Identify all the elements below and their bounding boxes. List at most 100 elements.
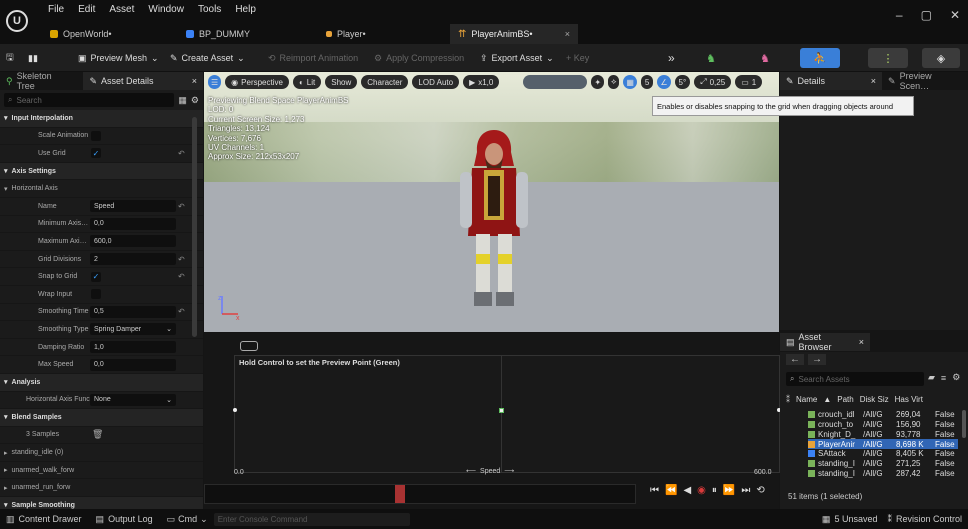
reset-arrow-icon[interactable]: ↶ xyxy=(178,307,185,316)
tab-playeranimbs[interactable]: ⇈ PlayerAnimBS• × xyxy=(450,24,578,44)
revision-control-button[interactable]: ⁑ Revision Control xyxy=(887,514,962,525)
playback-speed-button[interactable]: ▶ x1,0 xyxy=(463,75,500,89)
asset-row[interactable]: SAttack/All/G 8,405 K False xyxy=(808,449,958,459)
grid-view-icon[interactable]: ▦ xyxy=(178,95,187,106)
property-value-field[interactable]: 2 xyxy=(90,253,176,266)
property-value-field[interactable]: 1,0 xyxy=(90,341,176,354)
back-arrow-icon[interactable]: ← xyxy=(786,354,804,365)
step-back-icon[interactable]: ⏪ xyxy=(665,485,677,496)
maximize-icon[interactable]: ▢ xyxy=(921,8,932,22)
reset-arrow-icon[interactable]: ↶ xyxy=(178,272,185,281)
overflow-icon[interactable]: » xyxy=(668,50,675,66)
world-local-icon[interactable]: ✦ xyxy=(591,75,605,89)
property-value-field[interactable]: 0,5 xyxy=(90,305,176,318)
property-value-field[interactable]: 0,0 xyxy=(90,217,176,230)
forward-arrow-icon[interactable]: → xyxy=(808,354,826,365)
sample-point[interactable] xyxy=(233,408,237,412)
asset-search-input[interactable]: ⌕ Search Assets xyxy=(786,372,924,386)
tab-openworld[interactable]: OpenWorld• xyxy=(42,24,120,44)
scrollbar[interactable] xyxy=(192,117,197,337)
close-tab-icon[interactable]: × xyxy=(871,76,876,86)
asset-row[interactable]: PlayerAnir/All/G 8,698 K False xyxy=(808,439,958,449)
loop-icon[interactable]: ⟲ xyxy=(756,485,764,496)
category-header[interactable]: ▾ Analysis xyxy=(0,373,203,392)
pause-icon[interactable]: ⏸ xyxy=(712,485,717,496)
close-tab-icon[interactable]: × xyxy=(565,29,570,39)
property-value-field[interactable]: 600,0 xyxy=(90,235,176,248)
asset-row[interactable]: Knight_D_ /All/G 93,778 False xyxy=(808,430,958,440)
col-path[interactable]: Path xyxy=(837,395,853,404)
minimize-icon[interactable]: – xyxy=(896,8,903,22)
property-value-field[interactable]: None ⌄ xyxy=(90,393,176,406)
details-search-input[interactable]: ⌕ Search xyxy=(4,93,175,107)
asset-row[interactable]: standing_I/All/G 287,42 False xyxy=(808,469,958,479)
apply-compression-button[interactable]: ⚙ Apply Compression xyxy=(374,50,464,66)
property-checkbox[interactable] xyxy=(91,289,101,300)
property-checkbox[interactable]: ✓ xyxy=(91,271,101,282)
play-reverse-icon[interactable]: ◀ xyxy=(683,485,691,496)
tab-asset-browser[interactable]: ▤ Asset Browser × xyxy=(780,332,870,352)
asset-row[interactable]: crouch_to/All/G 156,90 False xyxy=(808,420,958,430)
console-input[interactable]: Enter Console Command xyxy=(213,512,410,526)
blend-space-graph[interactable]: Hold Control to set the Preview Point (G… xyxy=(233,355,781,473)
surface-snap-icon[interactable]: ⟡ xyxy=(608,75,620,89)
menu-asset[interactable]: Asset xyxy=(109,4,134,15)
grid-snap-value[interactable]: 5 xyxy=(640,75,654,89)
category-header[interactable]: ▾ Axis Settings xyxy=(0,162,203,181)
menu-file[interactable]: File xyxy=(48,4,64,15)
create-asset-button[interactable]: ✎ Create Asset ⌄ xyxy=(170,50,245,66)
record-icon[interactable]: ◉ xyxy=(697,485,706,496)
menu-window[interactable]: Window xyxy=(148,4,184,15)
cmd-dropdown[interactable]: ▭ Cmd ⌄ xyxy=(167,514,208,525)
menu-tools[interactable]: Tools xyxy=(198,4,221,15)
tab-details[interactable]: ✎ Details × xyxy=(780,72,883,90)
rotation-snap-value[interactable]: 5° xyxy=(674,75,691,89)
filter-icon[interactable]: ≡ xyxy=(941,373,946,383)
output-log-button[interactable]: ▤ Output Log xyxy=(96,514,153,525)
tab-bp-dummy[interactable]: BP_DUMMY xyxy=(178,24,258,44)
close-window-icon[interactable]: ✕ xyxy=(950,8,960,22)
col-has-virt[interactable]: Has Virt xyxy=(895,395,923,404)
lit-button[interactable]: ◐ Lit xyxy=(292,75,322,89)
perspective-button[interactable]: ◉ Perspective xyxy=(225,75,289,89)
unsaved-button[interactable]: ▦ 5 Unsaved xyxy=(822,514,878,525)
property-value-field[interactable]: Speed xyxy=(90,200,176,213)
rotation-snap-icon[interactable]: ∠ xyxy=(657,75,671,89)
tab-skeleton-tree[interactable]: ⚲ Skeleton Tree xyxy=(0,71,75,91)
physics-mode-icon[interactable]: ◈ xyxy=(922,48,960,68)
browse-icon[interactable]: ▮▮ xyxy=(28,50,38,66)
blueprint-mode-icon[interactable]: ⋮ xyxy=(868,48,908,68)
skip-to-start-icon[interactable]: ⏮ xyxy=(650,485,659,496)
tab-preview-scene[interactable]: ✎ Preview Scen… xyxy=(882,71,968,91)
mesh-mode-icon[interactable]: ♞ xyxy=(754,48,776,68)
tab-player[interactable]: Player• xyxy=(318,24,374,44)
timeline-bar[interactable] xyxy=(204,484,636,504)
add-key-button[interactable]: + Key xyxy=(566,50,589,66)
asset-row[interactable]: crouch_idl/All/G 269,04 False xyxy=(808,410,958,420)
col-name[interactable]: Name xyxy=(796,395,817,404)
character-button[interactable]: Character xyxy=(361,75,409,89)
animation-mode-icon[interactable]: ⛹ xyxy=(800,48,840,68)
lod-button[interactable]: LOD Auto xyxy=(412,75,460,89)
reset-arrow-icon[interactable]: ↶ xyxy=(178,202,185,211)
camera-speed-button[interactable]: ▭ 1 xyxy=(735,75,763,89)
scale-snap-button[interactable]: ⤢ 0,25 xyxy=(694,75,732,89)
step-forward-icon[interactable]: ⏩ xyxy=(723,485,735,496)
property-value-field[interactable]: Spring Damper ⌄ xyxy=(90,323,176,336)
settings-icon[interactable]: ⚙ xyxy=(952,372,960,383)
property-checkbox[interactable]: ✓ xyxy=(91,148,101,159)
save-icon[interactable]: 🖫 xyxy=(6,50,14,66)
transform-tools-group[interactable] xyxy=(523,75,588,89)
viewport-menu-icon[interactable]: ☰ xyxy=(208,75,222,89)
property-checkbox[interactable] xyxy=(91,130,101,141)
subcategory-header[interactable]: ▾ Horizontal Axis xyxy=(0,180,203,198)
unreal-logo-icon[interactable]: U xyxy=(6,10,28,32)
close-tab-icon[interactable]: × xyxy=(859,337,864,347)
timeline-scrubber[interactable] xyxy=(395,485,405,503)
scrollbar[interactable] xyxy=(962,410,966,438)
skeleton-mode-icon[interactable]: ♞ xyxy=(700,48,722,68)
delete-icon[interactable]: 🗑 xyxy=(92,429,103,440)
blend-sample-item[interactable]: ▸ unarmed_walk_forw xyxy=(0,462,203,480)
blend-sample-item[interactable]: ▸ unarmed_run_forw xyxy=(0,479,203,498)
blend-sample-item[interactable]: ▸ standing_idle (0) xyxy=(0,444,203,462)
